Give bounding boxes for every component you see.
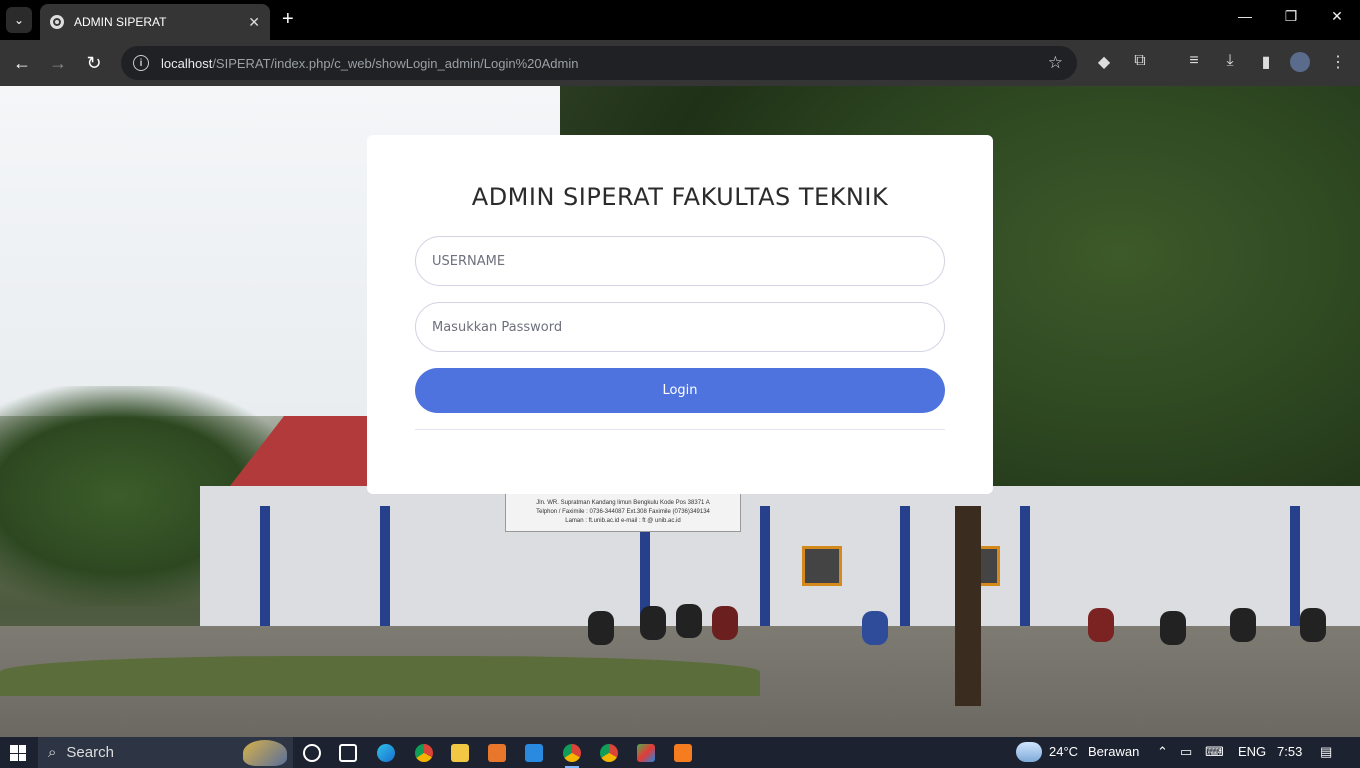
username-input[interactable] xyxy=(415,236,945,286)
restore-button[interactable]: ❐ xyxy=(1281,8,1301,25)
motorcycle xyxy=(1088,608,1114,642)
tab-title: ADMIN SIPERAT xyxy=(74,15,167,29)
motorcycle xyxy=(640,606,666,640)
tab-close-icon[interactable]: ✕ xyxy=(248,14,260,31)
campus-building xyxy=(200,486,1360,626)
address-bar[interactable]: i localhost/SIPERAT/index.php/c_web/show… xyxy=(121,46,1077,80)
back-arrow-icon[interactable]: ← xyxy=(10,52,34,74)
motorcycle xyxy=(1230,608,1256,642)
side-panel-icon[interactable]: ▮ xyxy=(1255,52,1277,72)
password-input[interactable] xyxy=(415,302,945,352)
weather-cloud-icon xyxy=(1016,742,1042,762)
clock-time[interactable]: 7:53 xyxy=(1277,744,1302,759)
search-highlight-image xyxy=(243,740,287,766)
search-icon: ⌕ xyxy=(48,744,57,761)
media-control-icon[interactable]: ≡ xyxy=(1183,52,1205,70)
motorcycle xyxy=(712,606,738,640)
extension-colorful-icon[interactable]: ◆ xyxy=(1093,52,1115,72)
chrome-active-icon[interactable] xyxy=(563,744,581,768)
download-icon[interactable]: ⤓ xyxy=(1219,52,1241,70)
motorcycle xyxy=(1300,608,1326,642)
url-text: localhost/SIPERAT/index.php/c_web/showLo… xyxy=(161,55,579,71)
minimize-button[interactable]: — xyxy=(1235,8,1255,24)
new-tab-button[interactable]: + xyxy=(282,8,294,30)
weather-text[interactable]: Berawan xyxy=(1088,744,1139,759)
edge-icon[interactable] xyxy=(377,744,395,762)
bookmark-star-icon[interactable]: ☆ xyxy=(1048,53,1063,73)
campus-signboard: Jln. WR. Supratman Kandang limun Bengkul… xyxy=(505,492,741,532)
divider xyxy=(415,429,945,430)
grass-lawn xyxy=(0,656,760,696)
browser-toolbar: ← → ↻ i localhost/SIPERAT/index.php/c_we… xyxy=(0,40,1360,86)
search-label: Search xyxy=(66,744,114,761)
chevron-down-icon: ⌄ xyxy=(13,13,25,27)
motorcycle xyxy=(676,604,702,638)
motorcycle xyxy=(862,611,888,645)
profile-avatar[interactable] xyxy=(1290,52,1310,72)
extensions-puzzle-icon[interactable]: ⧉ xyxy=(1129,52,1151,70)
tab-search-button[interactable]: ⌄ xyxy=(6,7,32,33)
xampp-icon[interactable] xyxy=(674,744,692,762)
windows-start-icon[interactable] xyxy=(10,745,26,761)
vscode-icon[interactable] xyxy=(525,744,543,762)
forward-arrow-icon[interactable]: → xyxy=(46,52,70,74)
menu-kebab-icon[interactable]: ⋮ xyxy=(1327,52,1349,72)
motorcycle xyxy=(588,611,614,645)
notifications-icon[interactable]: ▤ xyxy=(1320,744,1332,760)
reload-icon[interactable]: ↻ xyxy=(82,52,106,74)
site-info-icon[interactable]: i xyxy=(133,55,149,71)
network-icon[interactable]: ▭ xyxy=(1180,744,1192,760)
close-window-button[interactable]: ✕ xyxy=(1327,8,1347,25)
chevron-up-icon[interactable]: ⌃ xyxy=(1157,744,1168,760)
taskbar-search[interactable]: ⌕ Search xyxy=(38,737,293,768)
task-view-icon[interactable] xyxy=(339,744,357,762)
tab-strip: ⌄ ADMIN SIPERAT ✕ + — ❐ ✕ xyxy=(0,0,1360,40)
chrome-profile-icon[interactable] xyxy=(600,744,618,762)
windows-taskbar: ⌕ Search 24°C Berawan ⌃ ▭ ⌨ ENG 7:53 ▤ xyxy=(0,737,1360,768)
motorcycle xyxy=(1160,611,1186,645)
globe-icon xyxy=(50,15,64,29)
browser-tab[interactable]: ADMIN SIPERAT ✕ xyxy=(40,4,270,40)
cortana-icon[interactable] xyxy=(303,744,321,762)
file-explorer-icon[interactable] xyxy=(451,744,469,762)
weather-temp[interactable]: 24°C xyxy=(1049,744,1078,759)
keyboard-icon[interactable]: ⌨ xyxy=(1205,744,1224,760)
language-indicator[interactable]: ENG xyxy=(1238,744,1266,759)
chrome-icon[interactable] xyxy=(415,744,433,762)
tree-trunk xyxy=(955,506,981,706)
login-card: ADMIN SIPERAT FAKULTAS TEKNIK Login xyxy=(367,135,993,494)
login-heading: ADMIN SIPERAT FAKULTAS TEKNIK xyxy=(471,183,889,211)
login-button[interactable]: Login xyxy=(415,368,945,413)
colorful-app-icon[interactable] xyxy=(637,744,655,762)
sublime-text-icon[interactable] xyxy=(488,744,506,762)
